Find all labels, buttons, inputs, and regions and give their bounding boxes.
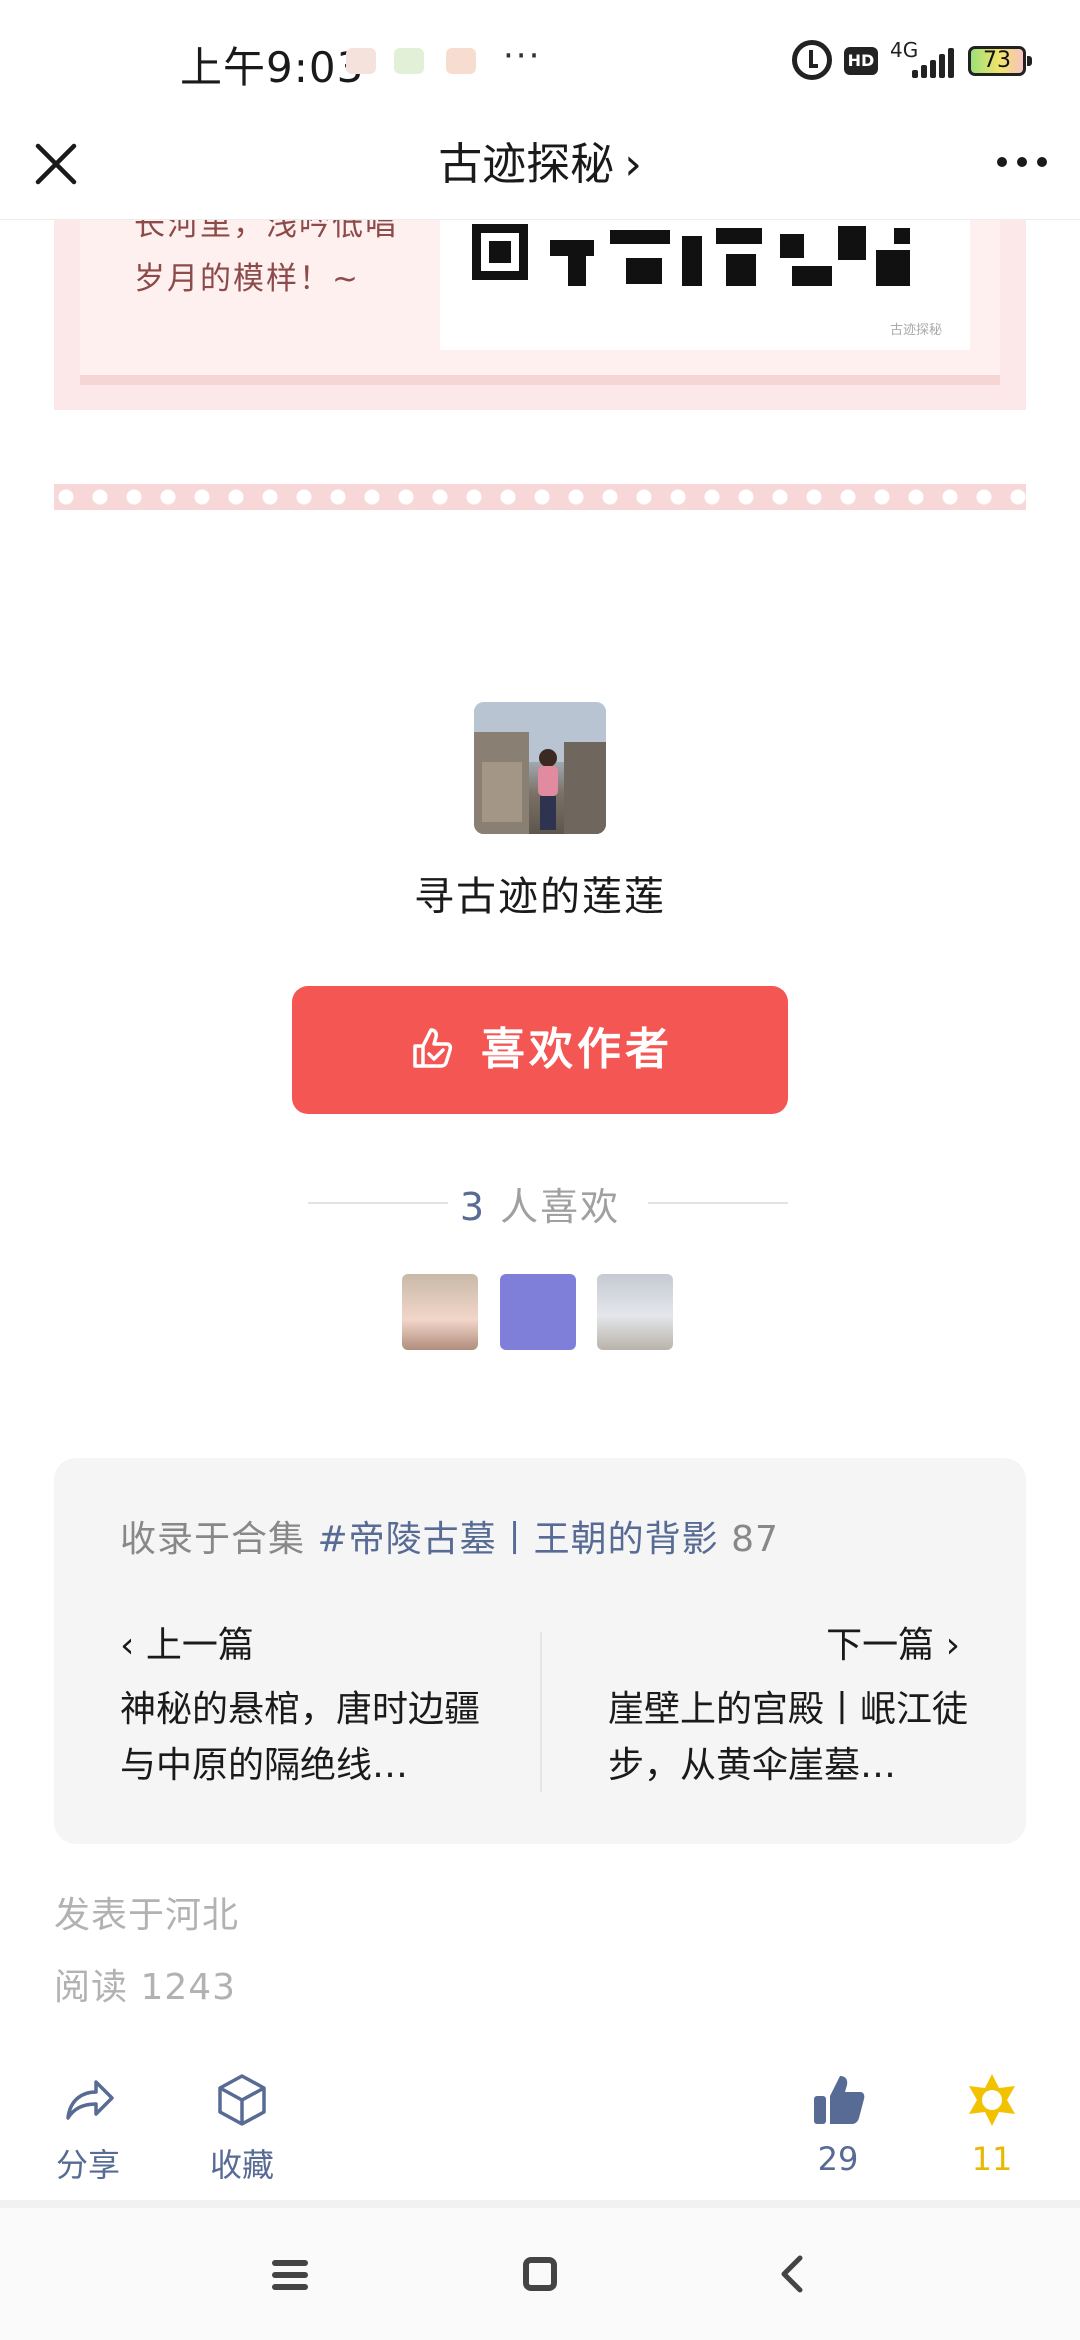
more-dots-icon[interactable] — [994, 142, 1050, 182]
read-count: 阅读 1243 — [54, 1967, 237, 2008]
promo-card-inner: 长河里，浅吟低唱 岁月的模样！~ 古迹探秘 — [80, 220, 1000, 385]
collection-line[interactable]: 收录于合集 #帝陵古墓丨王朝的背影 87 — [120, 1510, 779, 1562]
like-count-text: 人喜欢 — [500, 1185, 621, 1229]
fan-avatar-3[interactable] — [597, 1274, 673, 1350]
qr-module — [726, 254, 756, 286]
prev-article-header[interactable]: ‹ 上一篇 — [120, 1616, 254, 1668]
favorite-button[interactable]: 收藏 — [182, 2070, 302, 2186]
prev-article-label: 上一篇 — [145, 1625, 254, 1666]
qr-module — [780, 234, 804, 258]
qr-module — [716, 228, 762, 244]
account-title[interactable]: 古迹探秘 › — [0, 128, 1080, 192]
alarm-icon — [792, 40, 832, 80]
more-notifications-icon: ··· — [503, 36, 542, 76]
qr-module — [550, 240, 594, 256]
qr-module — [682, 236, 702, 286]
author-name[interactable]: 寻古迹的莲莲 — [0, 864, 1080, 922]
back-icon[interactable] — [776, 2252, 806, 2296]
wow-button[interactable]: 11 — [932, 2070, 1052, 2178]
publish-location: 发表于河北 — [54, 1895, 240, 1936]
promo-text-line2: 岁月的模样！~ — [134, 261, 360, 297]
status-time: 上午9:03 — [180, 43, 365, 92]
wow-count-label: 11 — [971, 2140, 1013, 2178]
app-notification-icon — [346, 48, 376, 74]
chevron-right-icon: › — [624, 139, 642, 190]
fan-avatar-1[interactable] — [402, 1274, 478, 1350]
qr-module — [894, 228, 910, 244]
like-author-label: 喜欢作者 — [481, 1024, 673, 1075]
like-count: 3 人喜欢 — [0, 1176, 1080, 1231]
bottom-divider — [0, 2200, 1080, 2208]
hd-badge: HD — [844, 47, 878, 75]
thumbs-up-filled-icon — [814, 2076, 865, 2124]
wechat-notification-icon — [394, 48, 424, 74]
promo-text-line1: 长河里，浅吟低唱 — [134, 220, 398, 243]
like-author-button[interactable]: 喜欢作者 — [292, 986, 788, 1114]
recent-apps-icon[interactable] — [272, 2260, 308, 2290]
collection-divider — [540, 1632, 542, 1792]
cube-icon — [218, 2074, 266, 2126]
collection-card: 收录于合集 #帝陵古墓丨王朝的背影 87 ‹ 上一篇 下一篇 › 神秘的悬棺，唐… — [54, 1458, 1026, 1844]
status-bar: 上午9:03 ··· HD 4G 73 — [0, 0, 1080, 120]
collection-count: 87 — [731, 1519, 779, 1560]
qr-watermark: 古迹探秘 — [889, 323, 942, 338]
share-icon — [66, 2080, 114, 2120]
qr-module — [610, 230, 670, 244]
qr-module — [838, 226, 866, 260]
thumbs-up-icon — [413, 1028, 453, 1068]
qr-code[interactable]: 古迹探秘 — [440, 220, 970, 350]
collection-tag[interactable]: #帝陵古墓丨王朝的背影 — [317, 1519, 718, 1560]
share-button[interactable]: 分享 — [28, 2070, 148, 2186]
prev-article-title[interactable]: 神秘的悬棺，唐时边疆与中原的隔绝线… — [120, 1682, 492, 1794]
favorite-label: 收藏 — [209, 2146, 274, 2184]
home-icon[interactable] — [523, 2257, 557, 2291]
qr-module — [792, 266, 832, 286]
qr-module — [568, 256, 586, 286]
fan-avatar-2[interactable] — [500, 1274, 576, 1350]
like-count-number: 3 — [459, 1185, 487, 1229]
account-title-text: 古迹探秘 — [438, 139, 615, 190]
qr-module — [876, 250, 910, 286]
promo-card: 长河里，浅吟低唱 岁月的模样！~ 古迹探秘 — [54, 220, 1026, 410]
author-avatar[interactable] — [474, 702, 606, 834]
like-button[interactable]: 29 — [778, 2070, 898, 2178]
decorative-strip — [54, 484, 1026, 510]
app-notification-icon-2 — [446, 48, 476, 74]
like-count-label: 29 — [817, 2140, 859, 2178]
wow-star-icon — [969, 2074, 1015, 2126]
next-article-label: 下一篇 — [826, 1625, 935, 1666]
battery-icon: 73 — [968, 46, 1032, 76]
article-nav-bar: 古迹探秘 › — [0, 120, 1080, 220]
qr-finder — [472, 224, 528, 280]
collection-prefix: 收录于合集 — [120, 1519, 306, 1560]
promo-text: 长河里，浅吟低唱 岁月的模样！~ — [134, 220, 454, 306]
system-nav-bar — [0, 2208, 1080, 2340]
share-label: 分享 — [55, 2146, 120, 2184]
next-article-header[interactable]: 下一篇 › — [826, 1616, 960, 1668]
next-article-title[interactable]: 崖壁上的宫殿丨岷江徒步，从黄伞崖墓… — [608, 1682, 980, 1794]
chevron-right-icon: › — [934, 1625, 960, 1666]
qr-module — [626, 258, 662, 284]
chevron-left-icon: ‹ — [120, 1625, 146, 1666]
signal-icon — [912, 48, 956, 78]
